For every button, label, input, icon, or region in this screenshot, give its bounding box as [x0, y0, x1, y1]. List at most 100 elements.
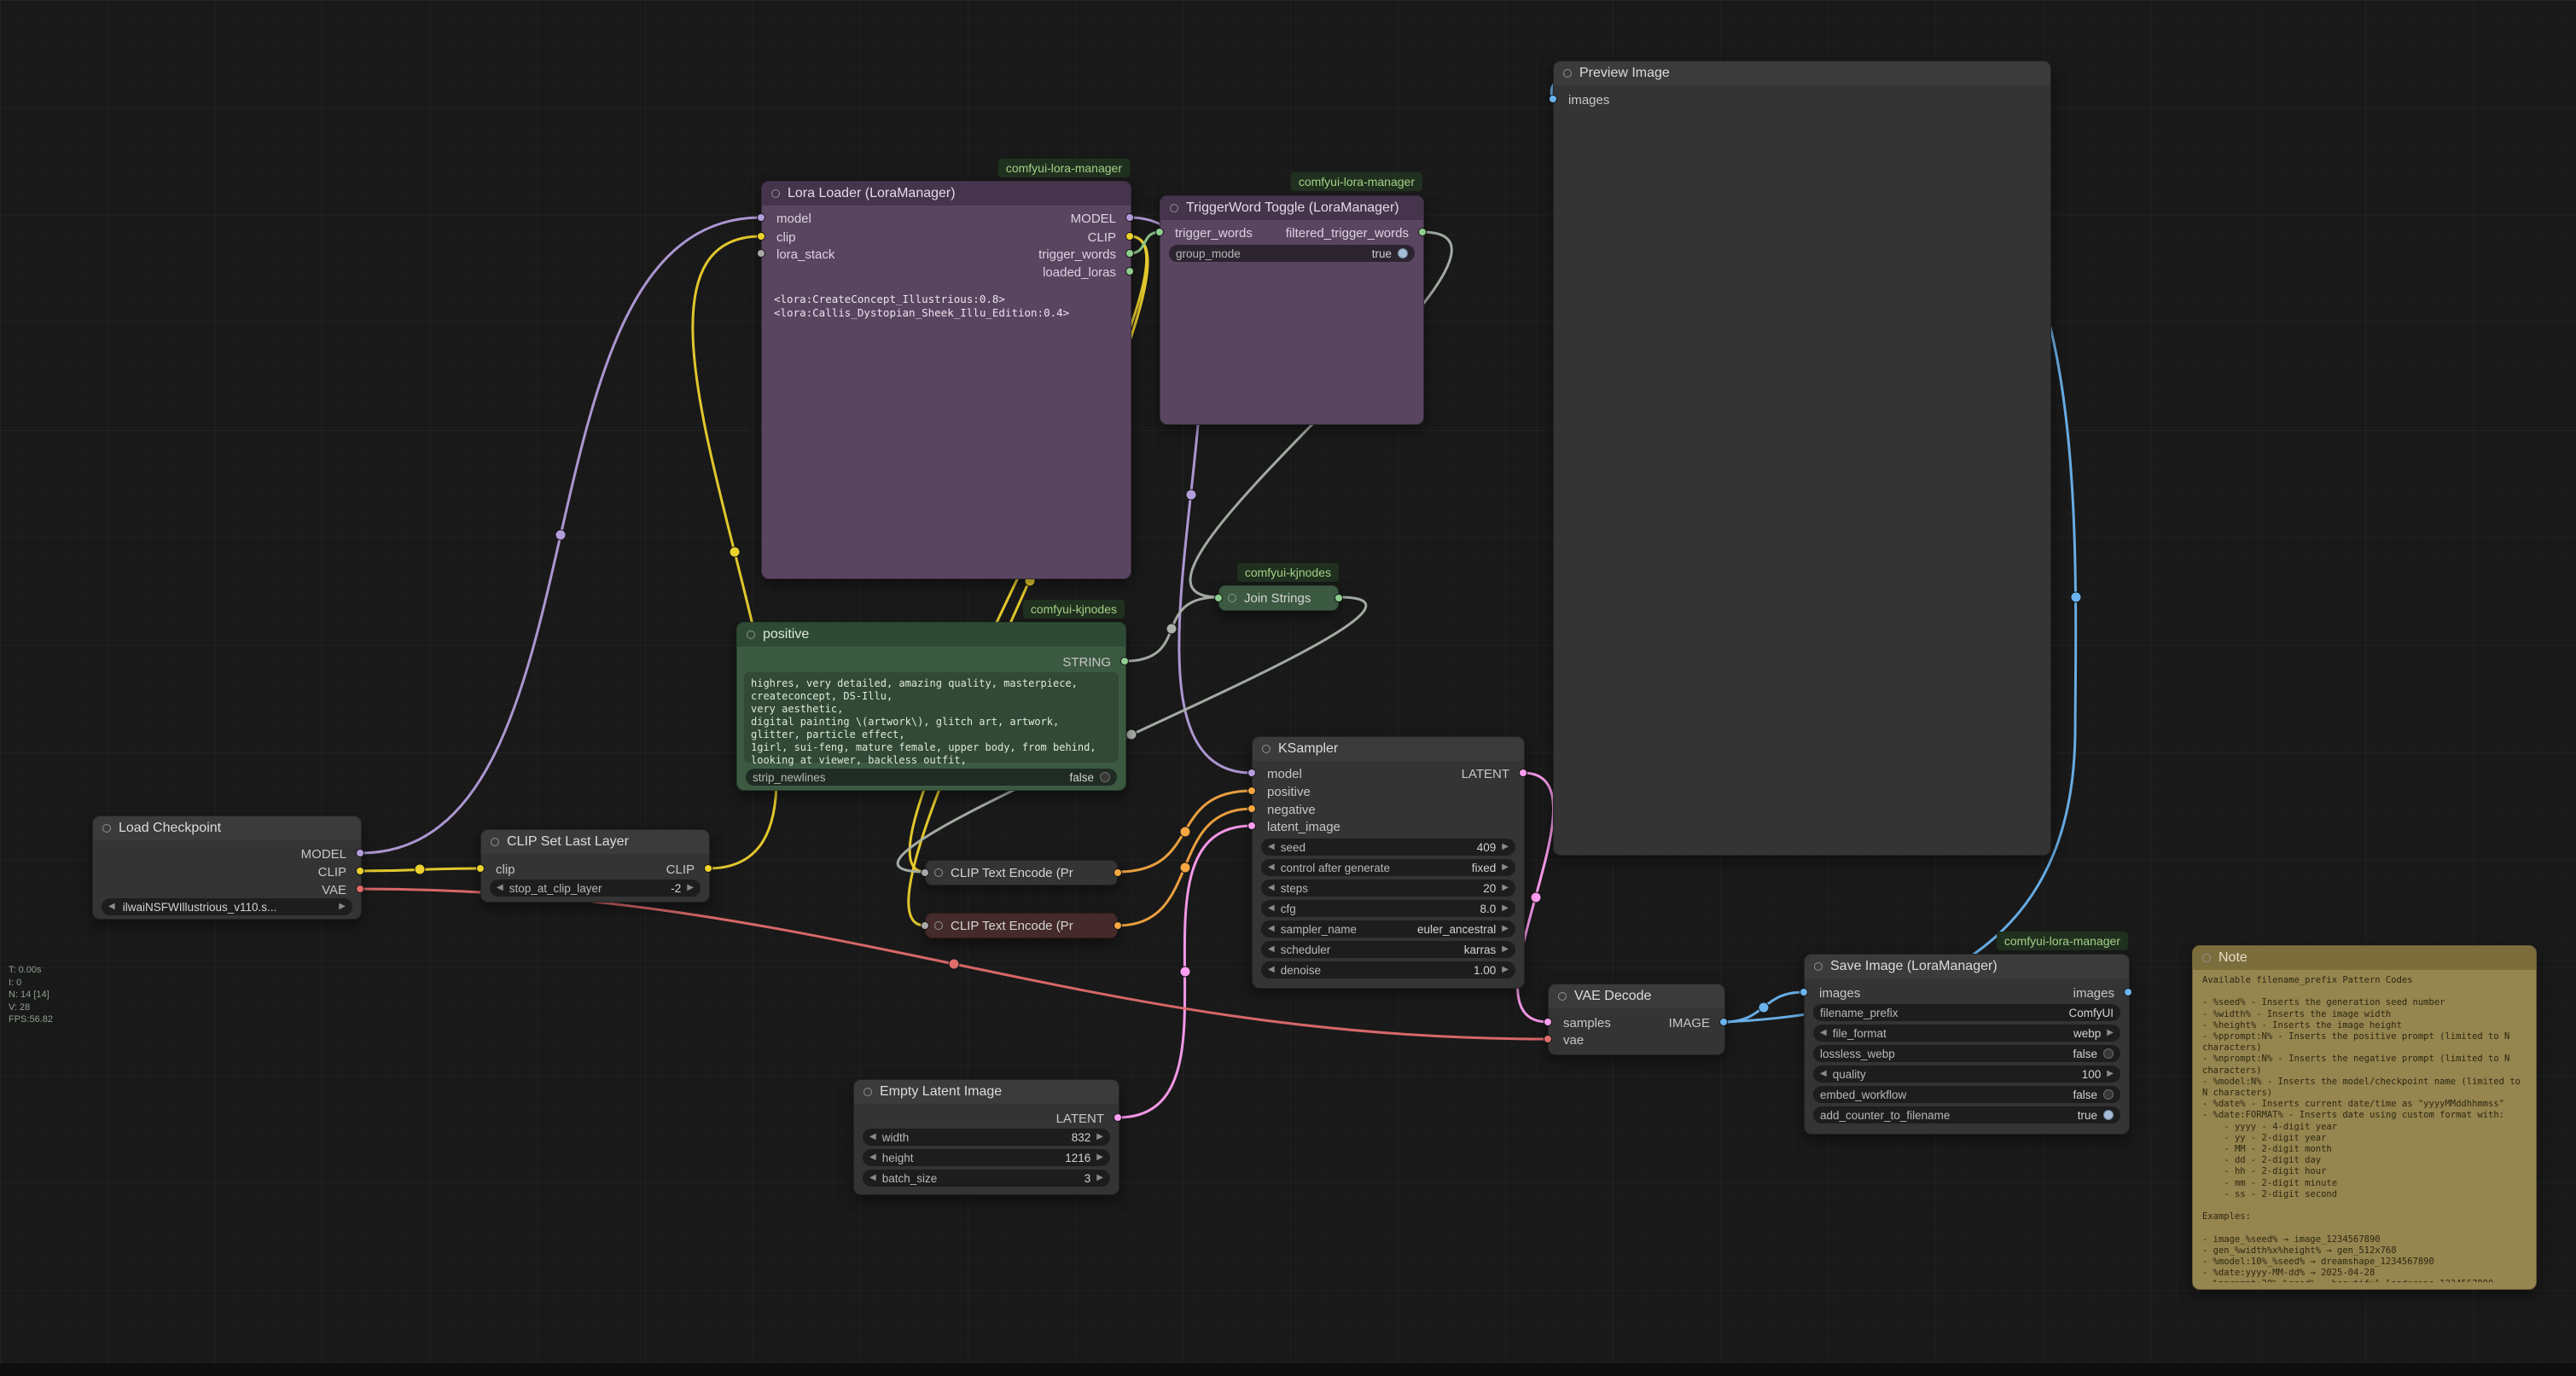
decrement-arrow-icon[interactable]: ◀ [1820, 1029, 1827, 1037]
increment-arrow-icon[interactable]: ▶ [1502, 863, 1509, 872]
pin-toggle-trigger-words-in[interactable] [1155, 228, 1164, 236]
widget-group-mode[interactable]: group_mode true [1169, 245, 1415, 262]
decrement-arrow-icon[interactable]: ◀ [1820, 1070, 1827, 1078]
widget-steps[interactable]: ◀ steps 20 ▶ [1261, 880, 1515, 897]
node-join-strings[interactable]: Join Strings [1218, 585, 1339, 611]
increment-arrow-icon[interactable]: ▶ [1096, 1153, 1103, 1162]
widget-seed[interactable]: ◀ seed 409 ▶ [1261, 839, 1515, 856]
widget-cfg[interactable]: ◀ cfg 8.0 ▶ [1261, 900, 1515, 917]
node-positive-prompt[interactable]: positive STRING highres, very detailed, … [736, 622, 1126, 791]
decrement-arrow-icon[interactable]: ◀ [869, 1153, 876, 1162]
collapse-dot-icon[interactable] [934, 868, 943, 877]
node-title-bar[interactable]: Load Checkpoint [93, 816, 361, 840]
toggle-icon[interactable] [1398, 248, 1408, 258]
collapse-dot-icon[interactable] [1262, 745, 1271, 753]
pin-lora-model-in[interactable] [757, 213, 765, 222]
pin-clipset-clip-out[interactable] [704, 864, 712, 873]
increment-arrow-icon[interactable]: ▶ [1096, 1174, 1103, 1182]
node-save-image[interactable]: Save Image (LoraManager) images images f… [1804, 954, 2130, 1135]
node-clip-text-encode-positive[interactable]: CLIP Text Encode (Pr [925, 860, 1118, 885]
collapse-dot-icon[interactable] [2202, 954, 2211, 962]
node-title-bar[interactable]: Note [2193, 946, 2536, 970]
widget-control-after-generate[interactable]: ◀ control after generate fixed ▶ [1261, 859, 1515, 876]
node-load-checkpoint[interactable]: Load Checkpoint MODEL CLIP VAE ◀ ilwaiNS… [92, 816, 362, 920]
node-title-bar[interactable]: positive [737, 623, 1125, 647]
pin-lora-stack-in[interactable] [757, 249, 765, 258]
widget-width[interactable]: ◀ width 832 ▶ [863, 1129, 1110, 1146]
widget-stop-at-clip-layer[interactable]: ◀ stop_at_clip_layer -2 ▶ [490, 880, 701, 897]
widget-height[interactable]: ◀ height 1216 ▶ [863, 1149, 1110, 1166]
pin-vaedecode-samples-in[interactable] [1544, 1018, 1552, 1026]
collapse-dot-icon[interactable] [1228, 594, 1236, 602]
node-title-bar[interactable]: Empty Latent Image [854, 1080, 1119, 1104]
node-vae-decode[interactable]: VAE Decode samples vae IMAGE [1548, 984, 1725, 1055]
widget-batch-size[interactable]: ◀ batch_size 3 ▶ [863, 1170, 1110, 1187]
widget-embed-workflow[interactable]: embed_workflow false [1813, 1086, 2120, 1103]
collapse-dot-icon[interactable] [771, 189, 780, 198]
node-clip-set-last-layer[interactable]: CLIP Set Last Layer clip CLIP ◀ stop_at_… [480, 829, 710, 903]
decrement-arrow-icon[interactable]: ◀ [869, 1174, 876, 1182]
collapse-dot-icon[interactable] [1558, 992, 1567, 1001]
decrement-arrow-icon[interactable]: ◀ [1268, 884, 1275, 892]
node-title-bar[interactable]: CLIP Set Last Layer [481, 830, 709, 854]
note-text[interactable]: Available filename_prefix Pattern Codes … [2202, 975, 2528, 1282]
pin-vaedecode-vae-in[interactable] [1544, 1035, 1552, 1043]
collapse-dot-icon[interactable] [747, 630, 755, 639]
widget-add-counter-to-filename[interactable]: add_counter_to_filename true [1813, 1106, 2120, 1123]
node-title-bar[interactable]: VAE Decode [1549, 984, 1724, 1008]
decrement-arrow-icon[interactable]: ◀ [1268, 925, 1275, 933]
widget-sampler-name[interactable]: ◀ sampler_name euler_ancestral ▶ [1261, 920, 1515, 938]
pin-saveimage-images-out[interactable] [2124, 988, 2132, 996]
widget-quality[interactable]: ◀ quality 100 ▶ [1813, 1065, 2120, 1083]
increment-arrow-icon[interactable]: ▶ [339, 903, 346, 911]
collapse-dot-icon[interactable] [864, 1088, 872, 1096]
pin-clipset-clip-in[interactable] [476, 864, 485, 873]
increment-arrow-icon[interactable]: ▶ [2107, 1029, 2114, 1037]
pin-ksampler-latent-out[interactable] [1519, 769, 1527, 777]
node-note[interactable]: Note Available filename_prefix Pattern C… [2192, 945, 2537, 1290]
pin-lora-clip-out[interactable] [1125, 232, 1134, 241]
pin-positive-string-out[interactable] [1120, 657, 1129, 665]
node-title-bar[interactable]: TriggerWord Toggle (LoraManager) [1160, 196, 1423, 220]
collapse-dot-icon[interactable] [1814, 962, 1823, 971]
pin-lora-model-out[interactable] [1125, 213, 1134, 222]
widget-denoise[interactable]: ◀ denoise 1.00 ▶ [1261, 961, 1515, 978]
node-clip-text-encode-negative[interactable]: CLIP Text Encode (Pr [925, 913, 1118, 938]
increment-arrow-icon[interactable]: ▶ [1502, 945, 1509, 954]
increment-arrow-icon[interactable]: ▶ [1502, 843, 1509, 851]
node-empty-latent-image[interactable]: Empty Latent Image LATENT ◀ width 832 ▶ … [853, 1079, 1119, 1195]
widget-filename-prefix[interactable]: filename_prefix ComfyUI [1813, 1004, 2120, 1021]
pin-encode-pos-out[interactable] [1114, 868, 1122, 877]
pin-ksampler-negative-in[interactable] [1247, 804, 1256, 813]
collapse-dot-icon[interactable] [1170, 204, 1178, 212]
collapse-dot-icon[interactable] [102, 824, 111, 833]
node-lora-loader[interactable]: Lora Loader (LoraManager) model clip lor… [761, 181, 1131, 579]
increment-arrow-icon[interactable]: ▶ [1502, 884, 1509, 892]
node-ksampler[interactable]: KSampler model positive negative latent_… [1252, 736, 1525, 989]
node-title-bar[interactable]: KSampler [1253, 737, 1524, 761]
collapse-dot-icon[interactable] [934, 921, 943, 930]
pin-ksampler-latent-in[interactable] [1247, 822, 1256, 830]
decrement-arrow-icon[interactable]: ◀ [869, 1133, 876, 1141]
prompt-textarea[interactable]: highres, very detailed, amazing quality,… [744, 672, 1119, 763]
decrement-arrow-icon[interactable]: ◀ [1268, 904, 1275, 913]
widget-lossless-webp[interactable]: lossless_webp false [1813, 1045, 2120, 1062]
collapse-dot-icon[interactable] [1563, 69, 1572, 78]
toggle-icon[interactable] [2103, 1089, 2114, 1100]
pin-lora-loaded-loras-out[interactable] [1125, 267, 1134, 276]
decrement-arrow-icon[interactable]: ◀ [1268, 863, 1275, 872]
node-preview-image[interactable]: Preview Image images [1553, 61, 2051, 856]
pin-emptylatent-out[interactable] [1114, 1113, 1122, 1122]
increment-arrow-icon[interactable]: ▶ [1502, 925, 1509, 933]
decrement-arrow-icon[interactable]: ◀ [108, 903, 115, 911]
increment-arrow-icon[interactable]: ▶ [687, 884, 694, 892]
pin-encode-pos-in[interactable] [921, 868, 929, 877]
pin-saveimage-images-in[interactable] [1800, 988, 1808, 996]
pin-ksampler-positive-in[interactable] [1247, 787, 1256, 795]
pin-vaedecode-image-out[interactable] [1719, 1018, 1728, 1026]
pin-joinstrings-in[interactable] [1214, 594, 1223, 602]
node-title-bar[interactable]: Preview Image [1554, 61, 2050, 85]
node-triggerword-toggle[interactable]: TriggerWord Toggle (LoraManager) trigger… [1160, 195, 1424, 425]
pin-preview-images-in[interactable] [1549, 95, 1557, 103]
pin-lora-clip-in[interactable] [757, 232, 765, 241]
